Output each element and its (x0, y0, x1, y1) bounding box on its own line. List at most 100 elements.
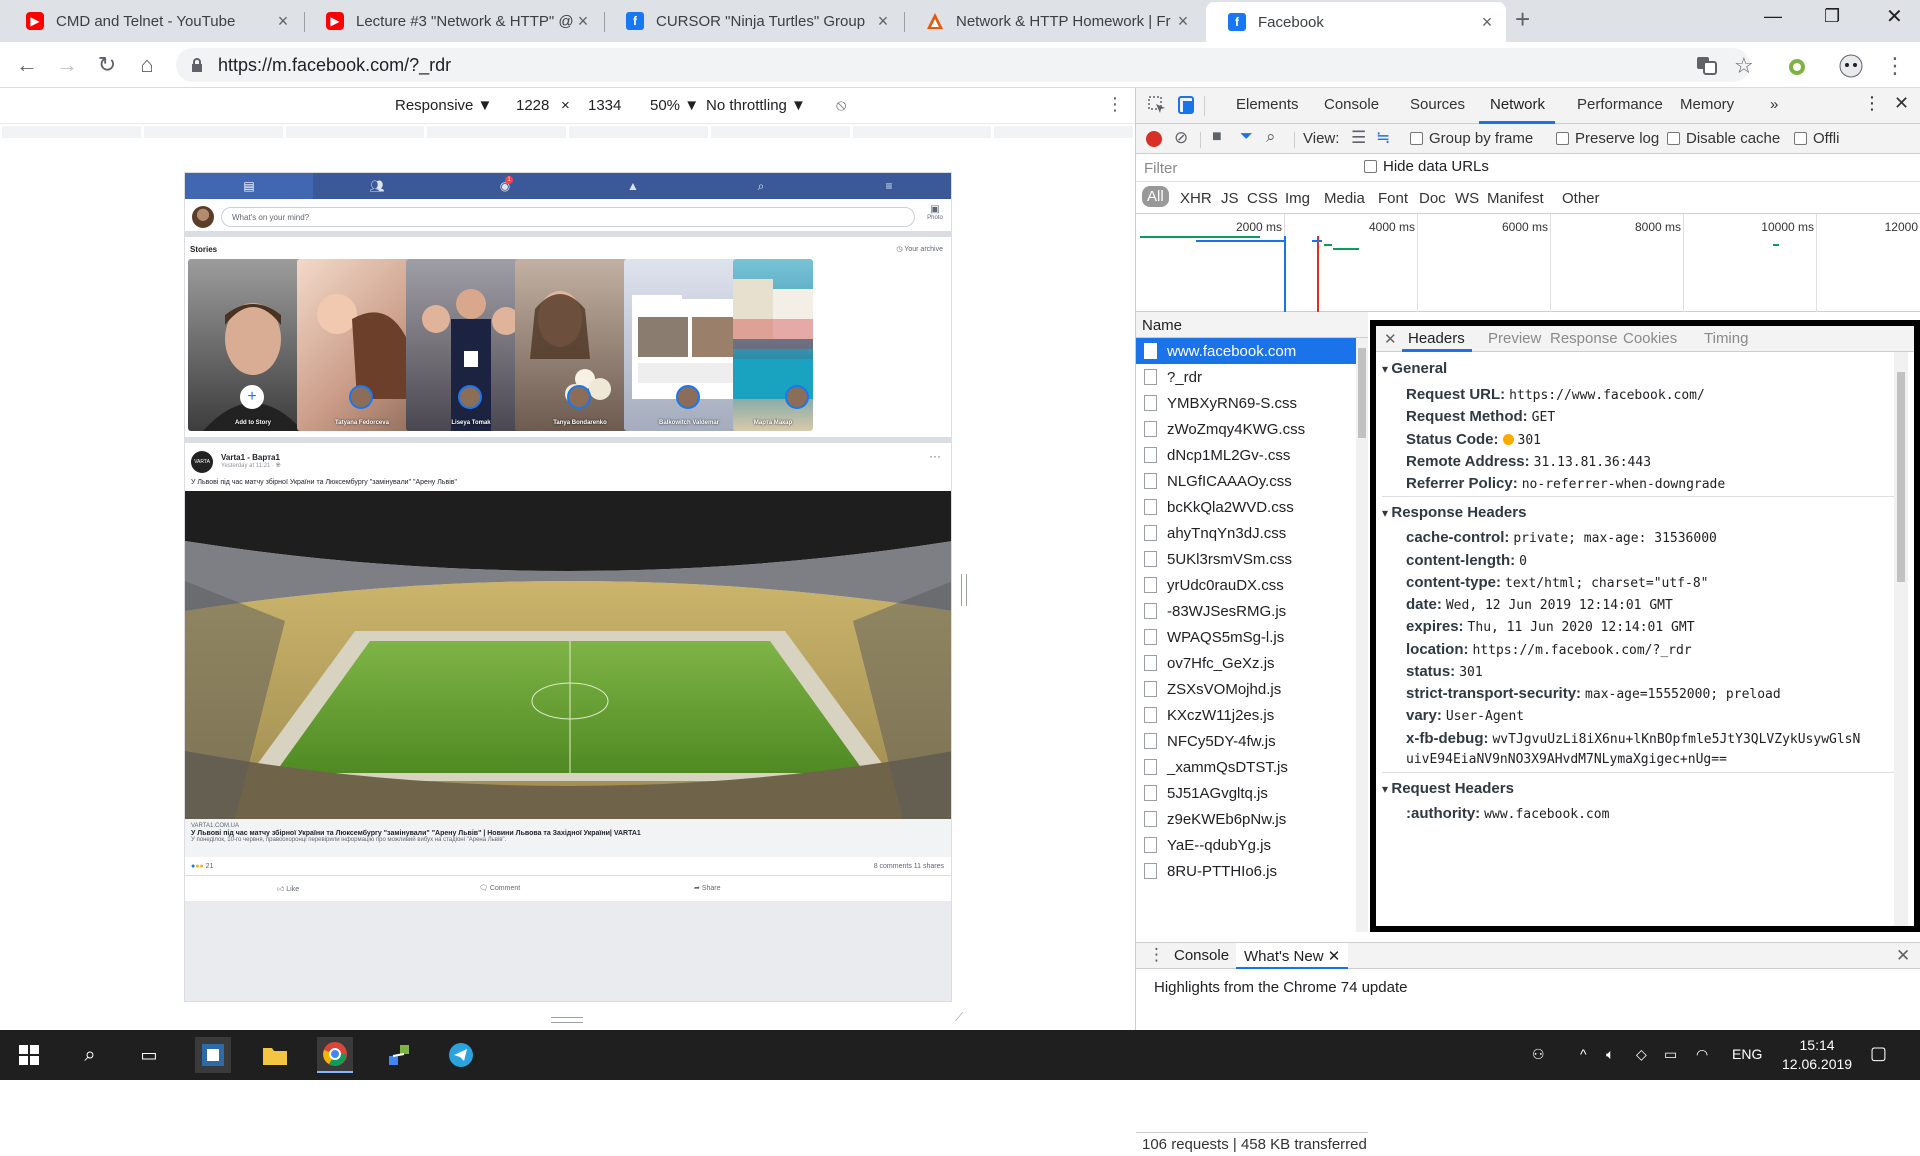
browser-menu-icon[interactable]: ⋮ (1884, 53, 1910, 79)
windows-start-icon[interactable] (11, 1037, 47, 1073)
throttling-select[interactable]: No throttling ▼ (706, 97, 806, 114)
friends-icon[interactable]: 👥︎ (313, 173, 441, 199)
request-row[interactable]: dNcp1ML2Gv-.css (1136, 442, 1356, 468)
filter-manifest[interactable]: Manifest (1487, 190, 1544, 207)
tab-headers[interactable]: Headers (1408, 330, 1465, 347)
language-indicator[interactable]: ENG (1732, 1046, 1762, 1062)
close-icon[interactable]: ✕ (1328, 948, 1341, 965)
minimize-icon[interactable]: — (1764, 6, 1782, 27)
offline-checkbox[interactable]: Offli (1794, 130, 1839, 147)
chrome-icon[interactable] (317, 1037, 353, 1073)
wifi-icon[interactable]: ◠ (1696, 1046, 1708, 1063)
app-icon[interactable] (195, 1037, 231, 1073)
tab-cookies[interactable]: Cookies (1623, 330, 1677, 347)
filter-img[interactable]: Img (1285, 190, 1310, 207)
request-row[interactable]: ZSXsVOMojhd.js (1136, 676, 1356, 702)
back-icon[interactable]: ← (12, 50, 42, 80)
details-close-icon[interactable]: ✕ (1384, 330, 1397, 348)
filter-doc[interactable]: Doc (1419, 190, 1446, 207)
devtools-menu-icon[interactable]: ⋮ (1863, 93, 1881, 114)
filter-other[interactable]: Other (1562, 190, 1600, 207)
filter-input[interactable]: Filter (1144, 160, 1177, 177)
task-view-icon[interactable]: ▭ (131, 1037, 167, 1073)
fb-menu-icon[interactable]: ≡ (825, 173, 951, 199)
share-button[interactable]: ➦ Share (694, 884, 721, 892)
media-query-bars[interactable] (0, 124, 1135, 144)
request-row[interactable]: NLGfICAAAOy.css (1136, 468, 1356, 494)
request-row[interactable]: ov7Hfc_GeXz.js (1136, 650, 1356, 676)
reactions-summary[interactable]: ●●● 21 (191, 863, 213, 870)
bookmark-star-icon[interactable]: ☆ (1734, 53, 1760, 79)
resize-handle-bottom[interactable] (551, 1017, 583, 1023)
notifications-bell-icon[interactable]: ▲ (569, 173, 697, 199)
hide-data-urls-checkbox[interactable]: Hide data URLs (1364, 158, 1489, 175)
more-tabs-icon[interactable]: » (1770, 96, 1778, 113)
request-row[interactable]: 5J51AGvgltq.js (1136, 780, 1356, 806)
address-bar[interactable]: https://m.facebook.com/?_rdr (176, 48, 1750, 82)
volume-icon[interactable]: 🔈︎ (1606, 1046, 1614, 1063)
scrollbar-thumb[interactable] (1897, 372, 1905, 582)
request-row[interactable]: NFCy5DY-4fw.js (1136, 728, 1356, 754)
tab-timing[interactable]: Timing (1704, 330, 1748, 347)
telegram-icon[interactable] (443, 1037, 479, 1073)
like-button[interactable]: 👍︎ Like (277, 884, 299, 893)
request-row[interactable]: www.facebook.com (1136, 338, 1356, 364)
file-explorer-icon[interactable] (257, 1037, 293, 1073)
device-mode-select[interactable]: Responsive ▼ (395, 97, 492, 114)
large-rows-icon[interactable]: ☰ (1351, 128, 1366, 148)
request-row[interactable]: z9eKWEb6pNw.js (1136, 806, 1356, 832)
network-overview-timeline[interactable]: 2000 ms 4000 ms 6000 ms 8000 ms 10000 ms… (1136, 214, 1920, 312)
tab-console[interactable]: Console (1324, 96, 1379, 113)
reload-icon[interactable]: ↻ (92, 50, 122, 80)
new-tab-icon[interactable]: + (1515, 4, 1530, 35)
rotate-icon[interactable]: ⦸ (836, 97, 846, 115)
tab-memory[interactable]: Memory (1680, 96, 1734, 113)
close-icon[interactable]: × (1478, 12, 1496, 33)
page-avatar[interactable]: VARTA (191, 451, 213, 473)
dropbox-icon[interactable]: ◇ (1636, 1046, 1647, 1063)
post-image[interactable] (185, 491, 951, 819)
fb-search-icon[interactable]: ⌕ (697, 173, 825, 199)
comment-share-counts[interactable]: 8 comments 11 shares (874, 863, 944, 870)
viewport-height-input[interactable]: 1334 (588, 97, 621, 114)
drawer-menu-icon[interactable]: ⋮ (1148, 945, 1165, 965)
request-row[interactable]: _xammQsDTST.js (1136, 754, 1356, 780)
viewport-width-input[interactable]: 1228 (516, 97, 549, 114)
request-row[interactable]: WPAQS5mSg-l.js (1136, 624, 1356, 650)
drawer-tab-console[interactable]: Console (1174, 947, 1229, 964)
network-tool-icon[interactable] (381, 1037, 417, 1073)
request-row[interactable]: 5UKl3rsmVSm.css (1136, 546, 1356, 572)
request-row[interactable]: zWoZmqy4KWG.css (1136, 416, 1356, 442)
preserve-log-checkbox[interactable]: Preserve log (1556, 130, 1659, 147)
request-row[interactable]: KXczW11j2es.js (1136, 702, 1356, 728)
action-center-icon[interactable]: ▢ (1870, 1043, 1887, 1064)
tab-network[interactable]: Network (1490, 96, 1545, 113)
tab-cursor-group[interactable]: f CURSOR "Ninja Turtles" Group × (604, 2, 902, 40)
story-card[interactable]: Марта Макар (733, 259, 813, 431)
general-section-header[interactable]: General (1382, 360, 1447, 377)
filter-xhr[interactable]: XHR (1180, 190, 1212, 207)
request-row[interactable]: -83WJSesRMG.js (1136, 598, 1356, 624)
more-options-icon[interactable]: ··· (929, 449, 941, 463)
record-icon[interactable] (1146, 131, 1162, 147)
disable-cache-checkbox[interactable]: Disable cache (1667, 130, 1780, 147)
search-icon[interactable]: ⌕ (72, 1037, 108, 1073)
show-hidden-icons-icon[interactable]: ^ (1580, 1046, 1587, 1062)
photo-button[interactable]: ▣ Photo (924, 204, 946, 221)
filter-ws[interactable]: WS (1455, 190, 1479, 207)
tab-preview[interactable]: Preview (1488, 330, 1541, 347)
resize-corner-icon[interactable]: ⟋ (955, 1010, 963, 1025)
tab-lecture[interactable]: ▶ Lecture #3 "Network & HTTP" @ × (304, 2, 602, 40)
scrollbar-thumb[interactable] (1358, 348, 1366, 438)
post-author[interactable]: Varta1 - Варта1 (221, 453, 280, 462)
extension-icon[interactable] (1784, 53, 1810, 79)
news-feed-icon[interactable]: ▤ (185, 173, 313, 199)
response-headers-section-header[interactable]: Response Headers (1382, 504, 1526, 521)
system-clock[interactable]: 15:14 12.06.2019 (1782, 1036, 1852, 1074)
status-input[interactable]: What's on your mind? (221, 207, 915, 227)
link-preview[interactable]: VARTA1.COM.UA У Львові під час матчу збі… (185, 819, 951, 857)
zoom-select[interactable]: 50% ▼ (650, 97, 699, 114)
filter-media[interactable]: Media (1324, 190, 1365, 207)
drawer-close-icon[interactable]: ✕ (1896, 946, 1910, 966)
tab-facebook[interactable]: f Facebook × (1206, 2, 1506, 42)
